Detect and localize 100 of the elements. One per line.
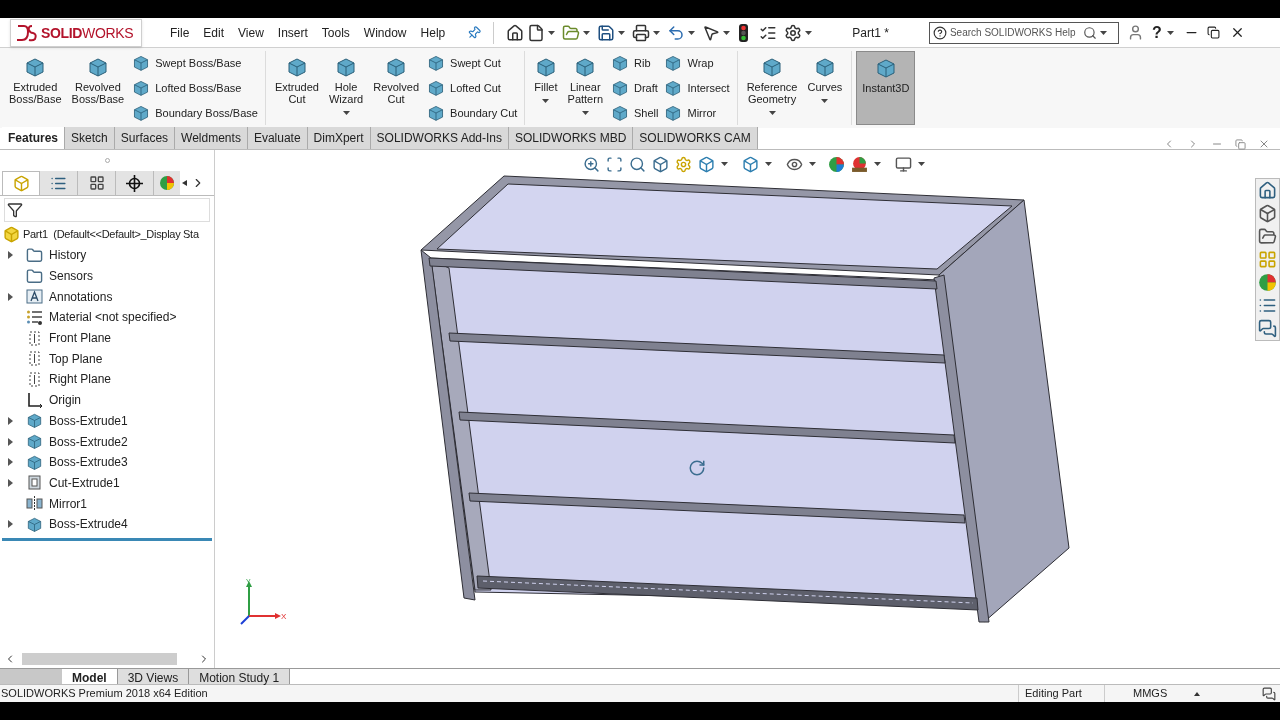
caret-icon[interactable] [805,30,813,35]
ribbon-button[interactable]: Instant3D [856,51,916,125]
menu-item[interactable]: Insert [277,23,308,42]
appearance-icon[interactable] [828,155,845,173]
tree-item[interactable]: Cut-Extrude1 [0,472,214,494]
ribbon-button[interactable]: Intersect [664,79,730,97]
expand-arrow-icon[interactable] [8,437,13,446]
caret-icon[interactable] [618,30,626,35]
scene-icon[interactable] [851,155,868,173]
ribbon-button[interactable]: Extruded Cut [269,51,324,125]
monitor-icon[interactable] [895,155,912,173]
ribbon-button[interactable]: Curves [802,51,848,125]
scroll-left-icon[interactable] [182,180,187,186]
undo-icon[interactable] [667,23,686,42]
comment-icon[interactable] [1262,686,1276,701]
expand-arrow-icon[interactable] [8,292,13,301]
restore-icon[interactable] [1206,26,1220,39]
zoom-area-icon[interactable] [606,155,623,173]
logo[interactable]: SOLIDWORKS [10,19,142,47]
tree-item[interactable]: Top Plane [0,348,214,370]
pointer-icon[interactable] [702,23,721,42]
rollback-bar[interactable] [2,537,212,541]
property-tab[interactable] [40,171,78,195]
tree-item[interactable]: Boss-Extrude1 [0,410,214,432]
command-tab[interactable]: Surfaces [114,127,176,149]
traffic-light-icon[interactable] [739,23,749,42]
tree-item[interactable]: Origin [0,389,214,411]
units-selector[interactable]: MMGS [1104,685,1194,702]
tree-item[interactable]: Annotations [0,286,214,308]
ribbon-button[interactable]: Linear Pattern [562,51,608,125]
caret-icon[interactable] [723,30,731,35]
tree-item[interactable]: Front Plane [0,327,214,349]
tree-item[interactable]: Boss-Extrude2 [0,431,214,452]
menu-item[interactable]: Help [420,23,446,42]
crosshair-tab[interactable] [116,171,154,195]
bottom-tab[interactable]: Motion Study 1 [189,669,291,684]
ribbon-button[interactable]: Lofted Cut [427,79,518,97]
tree-item[interactable]: Part1 (Default<<Default>_Display Sta [23,226,199,243]
caret-icon[interactable] [342,111,350,115]
folder-icon[interactable] [1258,227,1277,246]
tree-item[interactable]: Right Plane [0,369,214,390]
tree-item[interactable]: Sensors [0,265,214,287]
ribbon-button[interactable]: Hole Wizard [323,51,369,125]
bottom-tab[interactable]: 3D Views [117,669,190,684]
caret-icon[interactable] [918,162,925,166]
command-tab[interactable]: DimXpert [307,127,371,149]
ribbon-button[interactable]: Lofted Boss/Base [132,79,258,97]
caret-icon[interactable] [688,30,696,35]
new-file-icon[interactable] [527,23,546,42]
forum-icon[interactable] [1258,319,1277,338]
ribbon-button[interactable]: Shell [611,104,659,122]
ribbon-button[interactable]: Revolved Cut [368,51,425,125]
caret-icon[interactable] [542,99,550,103]
menu-item[interactable]: View [238,23,264,42]
caret-up-icon[interactable] [1194,691,1200,696]
menu-item[interactable]: Tools [321,23,350,42]
ribbon-button[interactable]: Boundary Cut [427,104,518,122]
expand-arrow-icon[interactable] [8,416,13,425]
caret-icon[interactable] [1099,30,1107,35]
expand-arrow-icon[interactable] [8,458,13,467]
filter-icon[interactable] [7,202,23,218]
ribbon-button[interactable]: Fillet [529,51,563,125]
command-tab[interactable]: Weldments [175,127,248,149]
ribbon-button[interactable]: Rib [611,54,659,72]
scrollbar-thumb[interactable] [22,653,177,665]
ribbon-button[interactable]: Extruded Boss/Base [4,51,67,125]
home-icon[interactable] [506,23,525,42]
caret-icon[interactable] [1166,30,1174,35]
command-tab[interactable]: SOLIDWORKS Add-Ins [370,127,509,149]
caret-icon[interactable] [765,162,772,166]
ribbon-button[interactable]: Draft [611,79,659,97]
appearance-icon[interactable] [1258,273,1277,292]
tree-item[interactable]: Boss-Extrude4 [0,513,214,535]
menu-item[interactable]: File [170,23,190,42]
tree-item[interactable]: Mirror1 [0,493,214,514]
caret-icon[interactable] [768,111,776,115]
command-tab[interactable]: SOLIDWORKS MBD [509,127,634,149]
ribbon-button[interactable]: Wrap [664,54,730,72]
tree-item[interactable]: Boss-Extrude3 [0,451,214,473]
search-field[interactable]: Search SOLIDWORKS Help [949,25,1080,40]
expand-arrow-icon[interactable] [8,520,13,529]
search-bar[interactable]: Search SOLIDWORKS Help [928,21,1119,44]
caret-icon[interactable] [548,30,556,35]
caret-icon[interactable] [721,162,728,166]
ribbon-button[interactable]: Mirror [664,104,730,122]
appearance-tab[interactable] [154,171,180,195]
caret-icon[interactable] [809,162,816,166]
open-folder-icon[interactable] [562,23,581,42]
help-button[interactable]: ? [1151,20,1162,45]
ribbon-button[interactable]: Reference Geometry [741,51,803,125]
expand-arrow-icon[interactable] [8,251,13,260]
command-tab[interactable]: Evaluate [247,127,308,149]
ribbon-button[interactable]: Boundary Boss/Base [132,104,258,122]
command-tab[interactable]: Sketch [65,127,115,149]
properties-icon[interactable] [1258,296,1277,315]
tree-item[interactable]: Material <not specified> [0,307,214,328]
caret-icon[interactable] [581,111,589,115]
menu-item[interactable]: Edit [203,23,225,42]
configuration-tab[interactable] [78,171,116,195]
save-icon[interactable] [597,23,616,42]
